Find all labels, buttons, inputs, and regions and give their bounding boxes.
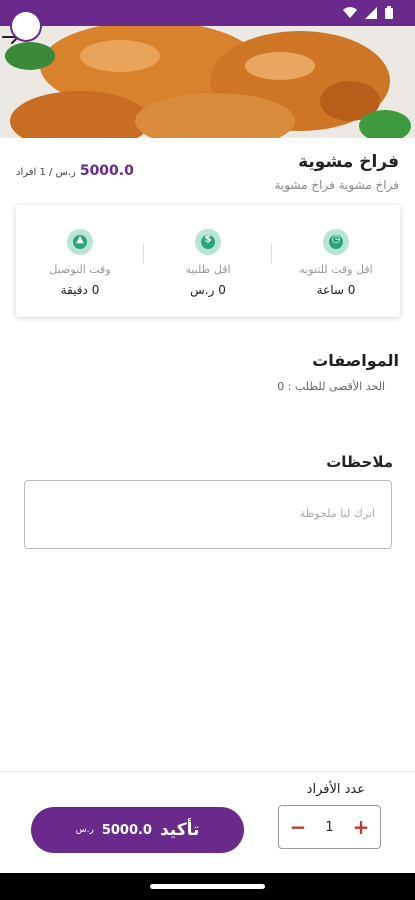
info-min-order: $ اقل طلبية 0 ر.س — [144, 205, 272, 317]
notes-box — [24, 480, 392, 549]
info-label: وقت التوصيل — [49, 263, 111, 276]
increment-button[interactable]: + — [352, 817, 370, 837]
info-value: 0 دقيقة — [60, 283, 100, 297]
camera-cutout — [12, 12, 40, 40]
quantity-value: 1 — [325, 819, 334, 835]
confirm-button[interactable]: تأكيد 5000.0 ر.س — [31, 807, 244, 853]
price-line: 5000.0 ر.س / 1 افراد — [16, 163, 134, 179]
info-label: اقل وقت للتنويه — [299, 263, 373, 276]
notes-input[interactable] — [25, 481, 391, 548]
max-order-text: الحد الأقصى للطلب : 0 — [277, 380, 385, 393]
confirm-unit: ر.س — [75, 825, 94, 835]
wifi-icon — [343, 6, 357, 18]
info-min-notice: ◷ اقل وقت للتنويه 0 ساعة — [272, 205, 400, 317]
clock-icon: ◷ — [323, 229, 349, 255]
notes-title: ملاحظات — [326, 453, 393, 471]
decrement-button[interactable]: − — [289, 817, 307, 837]
info-value: 0 ساعة — [316, 283, 356, 297]
dollar-icon: $ — [195, 229, 221, 255]
signal-icon — [365, 6, 377, 19]
quantity-stepper: − 1 + — [278, 805, 381, 849]
confirm-label: تأكيد — [159, 820, 200, 840]
price-value: 5000.0 — [79, 163, 134, 179]
info-value: 0 ر.س — [190, 283, 226, 297]
product-subtitle: فراخ مشوية فراخ مشوية — [274, 178, 399, 192]
info-label: اقل طلبية — [185, 263, 231, 276]
home-gesture-pill[interactable] — [150, 884, 265, 889]
battery-icon — [385, 6, 393, 19]
status-icons — [343, 6, 393, 19]
product-title: فراخ مشوية — [298, 152, 399, 172]
fried-chicken-image — [0, 26, 415, 138]
confirm-amount: 5000.0 — [101, 822, 152, 838]
bottom-separator — [0, 771, 415, 772]
info-card: ◷ اقل وقت للتنويه 0 ساعة $ اقل طلبية 0 ر… — [16, 205, 400, 317]
specs-title: المواصفات — [312, 351, 399, 370]
info-delivery-time: ▲ وقت التوصيل 0 دقيقة — [16, 205, 144, 317]
status-bar — [0, 0, 415, 26]
product-image — [0, 26, 415, 138]
people-count-label: عدد الأفراد — [306, 782, 365, 797]
system-nav-bar — [0, 873, 415, 900]
price-unit: ر.س / 1 افراد — [16, 167, 76, 178]
delivery-person-icon: ▲ — [67, 229, 93, 255]
